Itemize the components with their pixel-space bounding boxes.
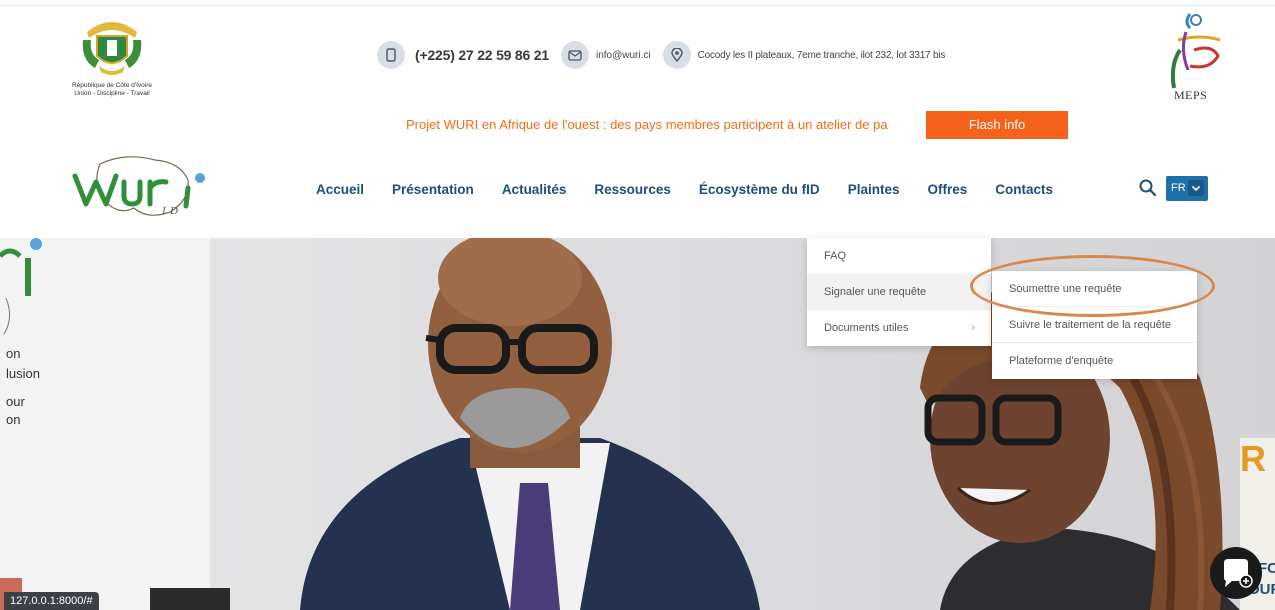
search-icon[interactable]: [1138, 178, 1158, 198]
menu-item-plateforme-enquete[interactable]: Plateforme d'enquête: [992, 343, 1197, 379]
email-address[interactable]: info@wuri.ci: [596, 50, 651, 61]
menu-item-label: Signaler une requête: [824, 286, 927, 298]
menu-item-label: Plateforme d'enquête: [1009, 355, 1114, 367]
coat-of-arms-icon: [82, 22, 142, 75]
menu-item-label: Suivre le traitement de la requête: [1009, 319, 1172, 331]
nav-ecosysteme[interactable]: Écosystème du fID: [699, 182, 820, 197]
chevron-right-icon: ›: [971, 322, 975, 334]
hero-banner-text: lusion: [6, 366, 40, 381]
nav-presentation[interactable]: Présentation: [392, 182, 474, 197]
svg-text:I: I: [161, 205, 167, 217]
hero-banner-text: on: [6, 412, 21, 427]
language-selector[interactable]: FR: [1166, 176, 1208, 201]
nav-offres[interactable]: Offres: [927, 182, 967, 197]
nav-actualites[interactable]: Actualités: [502, 182, 567, 197]
language-code: FR: [1171, 182, 1186, 194]
news-ticker[interactable]: Projet WURI en Afrique de l'ouest : des …: [406, 117, 918, 132]
menu-item-faq[interactable]: FAQ: [807, 238, 991, 274]
status-bar-url: 127.0.0.1:8000/#: [4, 592, 99, 610]
contact-bar: (+225) 27 22 59 86 21 info@wuri.ci Cocod…: [377, 40, 945, 70]
hero-banner-text: R: [1240, 438, 1266, 479]
highlight-annotation-ring: [970, 255, 1215, 317]
coat-line2: Union - Discipline - Travail: [74, 90, 150, 97]
hero-banner-text: our: [6, 394, 25, 409]
nav-contacts[interactable]: Contacts: [995, 182, 1053, 197]
meps-label: MEPS: [1174, 88, 1208, 102]
wuri-logo[interactable]: I D: [70, 150, 210, 222]
coat-line1: République de Côte d'Ivoire: [71, 82, 152, 89]
coat-of-arms-logo[interactable]: République de Côte d'Ivoire Union - Disc…: [52, 10, 172, 102]
wuri-logo-icon: I D: [72, 156, 205, 217]
chat-widget-button[interactable]: [1210, 547, 1262, 599]
nav-plaintes[interactable]: Plaintes: [848, 182, 900, 197]
menu-item-signaler-requete[interactable]: Signaler une requête ›: [807, 274, 991, 310]
phone-icon: [377, 41, 405, 69]
nav-ressources[interactable]: Ressources: [594, 182, 671, 197]
location-pin-icon: [662, 41, 691, 69]
plaintes-dropdown: FAQ Signaler une requête › Documents uti…: [807, 238, 991, 346]
chat-bubble-icon: [1224, 559, 1253, 588]
menu-item-label: Documents utiles: [824, 322, 909, 334]
svg-text:D: D: [169, 205, 178, 217]
top-border: [0, 5, 1275, 6]
address: Cocody les II plateaux, 7eme tranche, il…: [697, 49, 946, 61]
flash-info-button[interactable]: Flash info: [926, 111, 1068, 139]
phone-number[interactable]: (+225) 27 22 59 86 21: [415, 47, 549, 63]
email-icon: [560, 41, 589, 69]
menu-item-label: FAQ: [824, 250, 847, 262]
menu-item-documents-utiles[interactable]: Documents utiles ›: [807, 310, 991, 346]
chevron-down-icon: [1188, 180, 1204, 196]
meps-emblem-icon: [1170, 13, 1221, 89]
nav-accueil[interactable]: Accueil: [316, 182, 364, 197]
main-nav: Accueil Présentation Actualités Ressourc…: [316, 182, 1081, 197]
meps-logo[interactable]: MEPS: [1160, 10, 1240, 102]
hero-banner-text: on: [6, 346, 21, 361]
